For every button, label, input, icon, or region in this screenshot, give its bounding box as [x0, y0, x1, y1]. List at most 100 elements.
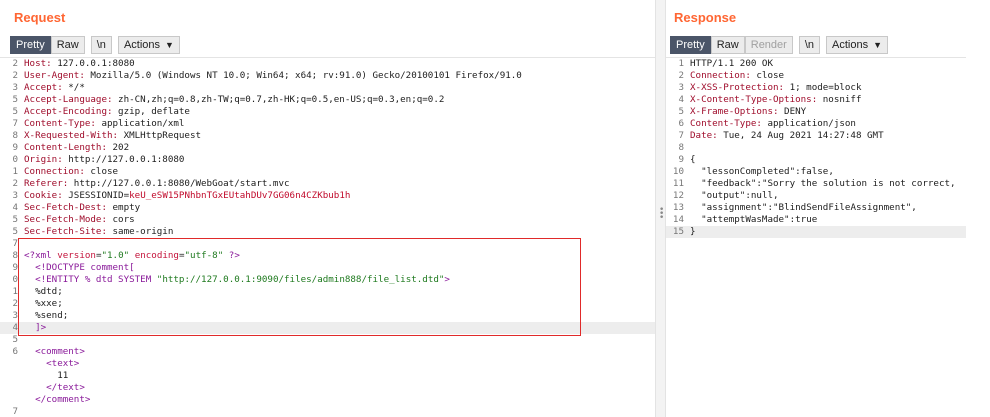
code-token: > [444, 274, 450, 285]
code-line: 0 Origin: http://127.0.0.1:8080 [0, 154, 655, 166]
code-token: <!ENTITY % dtd SYSTEM [35, 274, 157, 285]
request-editor[interactable]: 2 Host: 127.0.0.1:8080 2 User-Agent: Mozill… [0, 57, 655, 417]
code-line: 5 Accept-Encoding: gzip, deflate [0, 106, 655, 118]
code-line: 12 "output":null, [666, 190, 966, 202]
line-number: 3 [678, 82, 684, 93]
drag-handle-icon[interactable]: • • • [659, 206, 664, 223]
request-pane: Request Pretty Raw \n Actions ▼ 2 Host: 12… [0, 0, 655, 417]
line-number: 2 [12, 58, 18, 69]
code-line: 9 <!DOCTYPE comment[ [0, 262, 655, 274]
line-number: 2 [12, 70, 18, 81]
request-actions-dropdown[interactable]: Actions ▼ [117, 36, 180, 54]
code-token: Mozilla/5.0 (Windows NT 10.0; Win64; x64… [90, 70, 522, 81]
line-number: 9 [12, 142, 18, 153]
code-token: Date: [690, 130, 724, 141]
code-line: 3 %send; [0, 310, 655, 322]
line-number: 2 [12, 178, 18, 189]
request-pretty-tab[interactable]: Pretty [10, 36, 51, 54]
code-token: X-Content-Type-Options: [690, 94, 823, 105]
line-number: 1 [12, 166, 18, 177]
line-number: 10 [672, 166, 684, 177]
line-number: 6 [12, 346, 18, 357]
request-actions-label: Actions [123, 39, 161, 51]
response-render-tab[interactable]: Render [744, 36, 793, 54]
response-raw-tab[interactable]: Raw [710, 36, 745, 54]
line-number: 15 [672, 226, 684, 237]
pane-splitter[interactable]: • • • [655, 0, 666, 417]
response-actions-dropdown[interactable]: Actions ▼ [826, 36, 889, 54]
code-line: 3 Cookie: JSESSIONID=keU_eSW15PNhbnTGxEUt… [0, 190, 655, 202]
code-line: 7 [0, 238, 655, 250]
line-number: 3 [12, 190, 18, 201]
line-number: 4 [12, 202, 18, 213]
code-token: "lessonCompleted" [701, 166, 796, 177]
code-token: User-Agent: [24, 70, 91, 81]
code-token: */* [68, 82, 85, 93]
line-number: 3 [12, 82, 18, 93]
code-token: "feedback" [701, 178, 757, 189]
line-number: 5 [678, 106, 684, 117]
code-line: 2 Referer: http://127.0.0.1:8080/WebGoat/… [0, 178, 655, 190]
code-token: application/xml [101, 118, 185, 129]
line-number: 7 [678, 130, 684, 141]
code-line: 7 [0, 406, 655, 417]
response-newline-toggle[interactable]: \n [798, 36, 821, 54]
code-line: 5 Sec-Fetch-Mode: cors [0, 214, 655, 226]
code-token: 202 [112, 142, 130, 153]
code-token: ]> [35, 322, 47, 333]
code-token: cors [112, 214, 135, 225]
line-number: 3 [12, 310, 18, 321]
code-line: </text> [0, 382, 655, 394]
code-line: 3 Accept: */* [0, 82, 655, 94]
line-number: 1 [678, 58, 684, 69]
code-token: "assignment" [701, 202, 768, 213]
line-number: 13 [672, 202, 684, 213]
code-token: "utf-8" [184, 250, 224, 261]
line-number: 9 [12, 262, 18, 273]
code-line: 15} [666, 226, 966, 238]
code-line: 11 [0, 370, 655, 382]
code-token: <text> [46, 358, 80, 369]
code-token: :null, [745, 190, 779, 201]
line-number: 1 [12, 286, 18, 297]
response-actions-label: Actions [832, 39, 869, 51]
code-token: Content-Length: [24, 142, 113, 153]
code-token: X-XSS-Protection: [690, 82, 790, 93]
request-newline-toggle[interactable]: \n [90, 36, 112, 54]
request-raw-tab[interactable]: Raw [50, 36, 85, 54]
line-number: 14 [672, 214, 684, 225]
code-token: Accept-Encoding: [24, 106, 119, 117]
line-number: 7 [12, 238, 18, 249]
code-token: JSESSIONID= [68, 190, 130, 201]
response-pretty-tab[interactable]: Pretty [670, 36, 711, 54]
response-editor[interactable]: 1 HTTP/1.1 200 OK 2 Connection: close 3 X-XSS… [666, 57, 966, 417]
code-token: version [57, 250, 96, 261]
code-token: </text> [46, 382, 85, 393]
code-token: Referer: [24, 178, 74, 189]
code-token: close [90, 166, 119, 177]
line-number: 7 [12, 406, 18, 417]
code-line: </comment> [0, 394, 655, 406]
code-token: :false, [795, 166, 834, 177]
code-token: "http://127.0.0.1:9090/files/admin888/fi… [156, 274, 445, 285]
code-line: 7 Content-Type: application/xml [0, 118, 655, 130]
line-number: 2 [12, 298, 18, 309]
code-token: Tue, 24 Aug 2021 14:27:48 GMT [723, 130, 884, 141]
code-line: <text> [0, 358, 655, 370]
line-number: 5 [12, 94, 18, 105]
code-token: %dtd; [24, 286, 63, 297]
code-line: 10 "lessonCompleted":false, [666, 166, 966, 178]
code-line: 7 Date: Tue, 24 Aug 2021 14:27:48 GMT [666, 130, 966, 142]
code-token: 127.0.0.1:8080 [57, 58, 135, 69]
code-token: XMLHttpRequest [123, 130, 202, 141]
response-toolbar: Pretty Raw Render \n Actions ▼ [670, 36, 889, 54]
line-number: 0 [12, 274, 18, 285]
line-number: 8 [678, 142, 684, 153]
line-number: 5 [12, 214, 18, 225]
